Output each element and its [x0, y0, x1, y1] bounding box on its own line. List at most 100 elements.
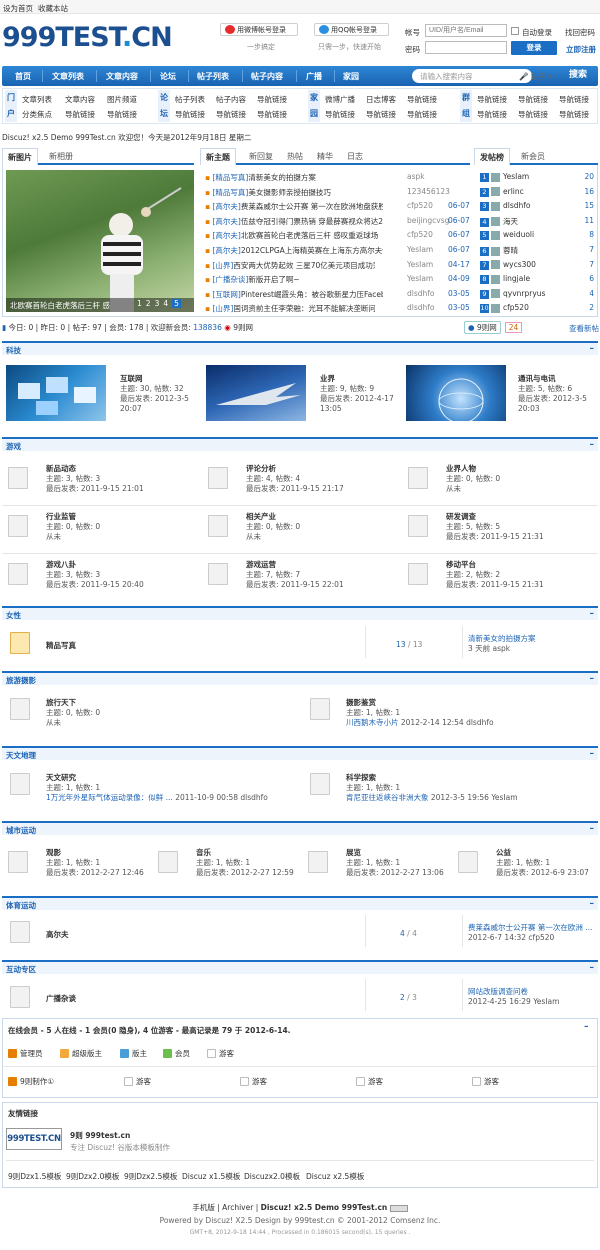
- forgot-password-link[interactable]: 找回密码: [565, 27, 595, 38]
- cnzz-badge-icon[interactable]: [389, 1204, 408, 1212]
- rank-row[interactable]: 8 lingjale 6: [480, 274, 594, 285]
- collapse-icon[interactable]: –: [590, 963, 595, 973]
- set-home-link[interactable]: 设为首页: [3, 3, 33, 14]
- auto-login-checkbox[interactable]: [511, 27, 519, 35]
- thread-row[interactable]: ▪ [高尔夫]2012CLPGA上海精英赛在上海东方高尔夫俱乐部 YesIam 06…: [205, 245, 470, 256]
- nav-article-content[interactable]: 文章内容: [106, 71, 138, 82]
- collapse-icon[interactable]: –: [590, 344, 595, 354]
- online-user[interactable]: 9则制作①: [8, 1076, 54, 1087]
- subnav-link[interactable]: 导航链接: [366, 109, 396, 120]
- subnav-link[interactable]: 导航链接: [407, 94, 437, 105]
- collapse-icon[interactable]: –: [584, 1022, 589, 1032]
- thread-author[interactable]: YesIam: [407, 274, 433, 283]
- rank-row[interactable]: 9 qyvnrpryus 4: [480, 289, 594, 299]
- nav-article-list[interactable]: 文章列表: [52, 71, 84, 82]
- subnav-link[interactable]: 分类焦点: [22, 109, 52, 120]
- last-post-link[interactable]: 1万光年外星际气体运动录像：似鲜 ...: [46, 793, 173, 802]
- thread-category[interactable]: [精品写真]: [212, 188, 248, 197]
- nav-thread-list[interactable]: 帖子列表: [197, 71, 229, 82]
- rank-user[interactable]: erlinc: [503, 187, 524, 196]
- collapse-icon[interactable]: –: [590, 440, 595, 450]
- rank-row[interactable]: 4 海天 11: [480, 216, 594, 227]
- rank-user[interactable]: 蓉晴: [503, 246, 518, 255]
- thread-title[interactable]: 费莱森威尔士公开赛 第一次在欧洲地盘获胜: [241, 201, 383, 212]
- board-name[interactable]: 相关产业: [246, 511, 276, 522]
- slide-page[interactable]: 2: [146, 299, 151, 308]
- thread-author[interactable]: aspk: [407, 172, 425, 181]
- subnav-link[interactable]: 导航链接: [257, 94, 287, 105]
- section-header-astronomy[interactable]: 天文地理 –: [2, 746, 598, 760]
- board-name[interactable]: 摄影鉴赏: [346, 697, 376, 708]
- thread-row[interactable]: ▪ [精品写真]美女摄影师亲授拍摄技巧 123456123: [205, 187, 468, 198]
- subnav-link[interactable]: 图片频道: [107, 94, 137, 105]
- account-input[interactable]: [425, 24, 507, 37]
- board-thumb-internet[interactable]: [6, 365, 106, 421]
- thread-row[interactable]: ▪ [山界]国词资前主任李荣融：光耳不能解决垄断问题 dlsdhfo 03-05: [205, 303, 470, 314]
- slide-page[interactable]: 3: [155, 299, 160, 308]
- board-name-golf[interactable]: 高尔夫: [46, 929, 69, 940]
- subnav-link[interactable]: 微博广播: [325, 94, 355, 105]
- thread-category[interactable]: [精品写真]: [212, 173, 248, 182]
- thread-title[interactable]: 新版开启了啊~: [248, 274, 299, 285]
- qq-login-button[interactable]: 用QQ帐号登录: [314, 23, 389, 36]
- last-post-link[interactable]: 网站改版调查问卷: [468, 987, 559, 997]
- section-header-sports[interactable]: 体育运动 –: [2, 896, 598, 910]
- last-post-link[interactable]: 费莱森威尔士公开赛 第一次在欧洲 ...: [468, 923, 592, 933]
- thread-category[interactable]: [高尔夫]: [212, 246, 240, 255]
- view-new-posts-link[interactable]: 查看新帖: [569, 323, 599, 334]
- section-header-city[interactable]: 城市运动 –: [2, 821, 598, 835]
- subnav-link[interactable]: 导航链接: [518, 109, 548, 120]
- thread-row[interactable]: ▪ [广播杂谈]新版开启了啊~ YesIam 04-09: [205, 274, 470, 285]
- subnav-tag-group[interactable]: 群组: [460, 90, 472, 122]
- tab-new-albums[interactable]: 新相册: [44, 148, 78, 165]
- thread-category[interactable]: [高尔夫]: [212, 231, 240, 240]
- friend-link[interactable]: Discuzx2.0模板: [244, 1171, 306, 1182]
- board-name[interactable]: 评论分析: [246, 463, 276, 474]
- tab-hot[interactable]: 热帖: [282, 148, 308, 165]
- board-name[interactable]: 新品动态: [46, 463, 76, 474]
- weibo-link[interactable]: 9则网: [233, 323, 253, 332]
- collapse-icon[interactable]: –: [590, 824, 595, 834]
- thread-title[interactable]: 清新美女的拍摄方案: [248, 172, 316, 183]
- thread-title[interactable]: 美女摄影师亲授拍摄技巧: [248, 187, 331, 198]
- thread-title[interactable]: 伍兹夺冠引得门票热销 穿最薛赛视众将达25万: [241, 216, 383, 227]
- subnav-link[interactable]: 导航链接: [175, 109, 205, 120]
- search-input[interactable]: 请输入搜索内容: [412, 69, 532, 83]
- board-name-photos[interactable]: 精品写真: [46, 640, 76, 651]
- mobile-link[interactable]: 手机版: [192, 1203, 215, 1212]
- tab-blog[interactable]: 日志: [342, 148, 368, 165]
- image-slideshow[interactable]: 北欧赛首轮白老虎落后三杆 感 1 2 3 4 5: [6, 170, 194, 312]
- friend-link[interactable]: 9则Dzx2.5模板: [124, 1171, 182, 1182]
- slide-page[interactable]: 4: [163, 299, 168, 308]
- board-name[interactable]: 音乐: [196, 847, 211, 858]
- board-name[interactable]: 旅行天下: [46, 697, 76, 708]
- tab-new-members[interactable]: 新会员: [516, 148, 550, 165]
- rank-user[interactable]: wycs300: [503, 260, 536, 269]
- section-header-travel[interactable]: 旅游摄影 –: [2, 671, 598, 685]
- subnav-link[interactable]: 导航链接: [518, 94, 548, 105]
- thread-author[interactable]: cfp520: [407, 201, 433, 210]
- friend-link[interactable]: Discuz x1.5模板: [182, 1171, 244, 1182]
- rank-row[interactable]: 10 cfp520 2: [480, 303, 594, 314]
- thread-author[interactable]: dlsdhfo: [407, 289, 435, 298]
- thread-category[interactable]: [高尔夫]: [212, 217, 240, 226]
- tab-digest[interactable]: 精华: [312, 148, 338, 165]
- thread-author[interactable]: dlsdhfo: [407, 303, 435, 312]
- board-name[interactable]: 研发调查: [446, 511, 476, 522]
- thread-title[interactable]: 北欧赛首轮白老虎落后三杆 感叹重返球场: [241, 230, 378, 241]
- board-thumb-industry[interactable]: [206, 365, 306, 421]
- site-logo[interactable]: 999TEST.CN: [2, 22, 173, 53]
- login-button[interactable]: 登录: [511, 41, 557, 55]
- nav-thread-content[interactable]: 帖子内容: [251, 71, 283, 82]
- subnav-link[interactable]: 导航链接: [65, 109, 95, 120]
- register-link[interactable]: 立即注册: [566, 44, 596, 55]
- rank-row[interactable]: 2 erlinc 16: [480, 187, 594, 197]
- board-name-broadcast[interactable]: 广播杂谈: [46, 993, 76, 1004]
- rank-row[interactable]: 6 蓉晴 7: [480, 245, 594, 256]
- friend-link[interactable]: 9则Dzx2.0模板: [66, 1171, 124, 1182]
- thread-row[interactable]: ▪ [精品写真]清新美女的拍摄方案 aspk: [205, 172, 468, 183]
- board-name[interactable]: 展览: [346, 847, 361, 858]
- collapse-icon[interactable]: –: [590, 609, 595, 619]
- rank-user[interactable]: 海天: [503, 217, 518, 226]
- board-name[interactable]: 观影: [46, 847, 61, 858]
